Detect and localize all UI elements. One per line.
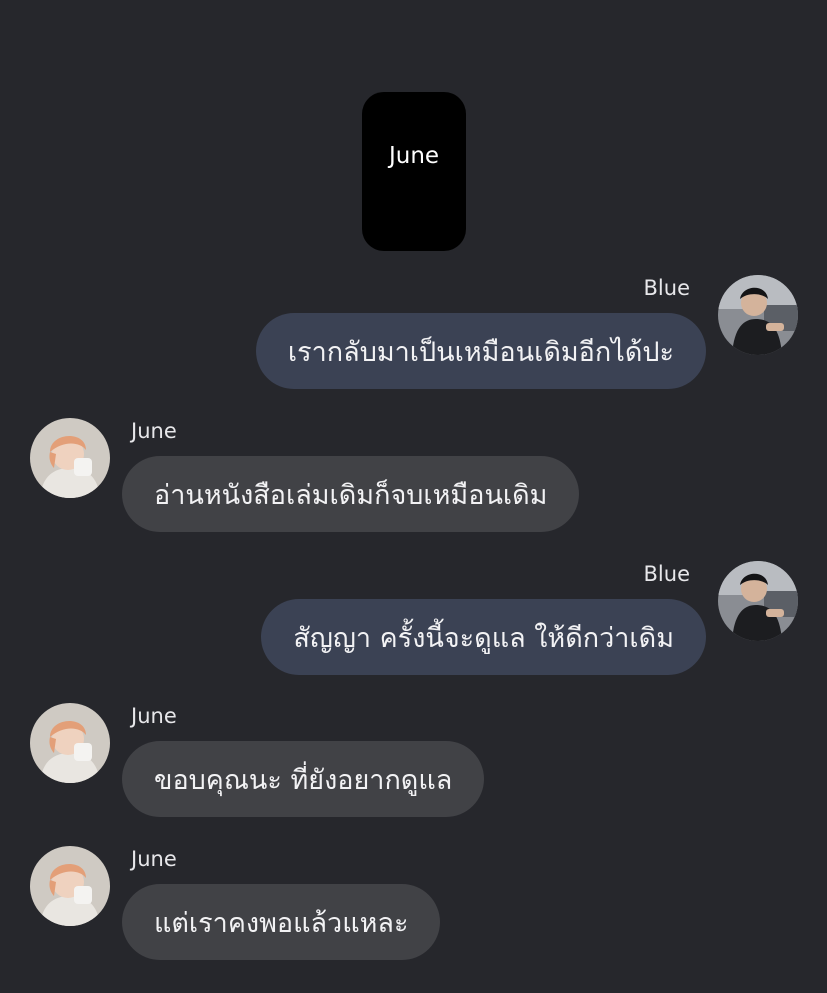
sender-name: Blue [643, 276, 690, 300]
message-bubble[interactable]: แต่เราคงพอแล้วแหละ [122, 884, 441, 960]
avatar[interactable] [30, 846, 110, 926]
avatar[interactable] [30, 703, 110, 783]
sender-name: June [131, 704, 177, 728]
sender-name: Blue [643, 562, 690, 586]
chat-header-card[interactable]: June [362, 92, 466, 251]
avatar[interactable] [718, 561, 798, 641]
avatar-june-image [30, 418, 110, 498]
avatar-blue-image [718, 561, 798, 641]
avatar-june-image [30, 703, 110, 783]
message-bubble[interactable]: สัญญา ครั้งนี้จะดูแล ให้ดีกว่าเดิม [261, 599, 706, 675]
sender-name: June [131, 419, 177, 443]
message-bubble[interactable]: ขอบคุณนะ ที่ยังอยากดูแล [122, 741, 485, 817]
message-bubble[interactable]: อ่านหนังสือเล่มเดิมก็จบเหมือนเดิม [122, 456, 580, 532]
avatar[interactable] [718, 275, 798, 355]
avatar-blue-image [718, 275, 798, 355]
chat-header-name: June [388, 142, 440, 169]
avatar[interactable] [30, 418, 110, 498]
avatar-june-image [30, 846, 110, 926]
message-bubble[interactable]: เรากลับมาเป็นเหมือนเดิมอีกได้ปะ [255, 313, 706, 389]
sender-name: June [131, 847, 177, 871]
